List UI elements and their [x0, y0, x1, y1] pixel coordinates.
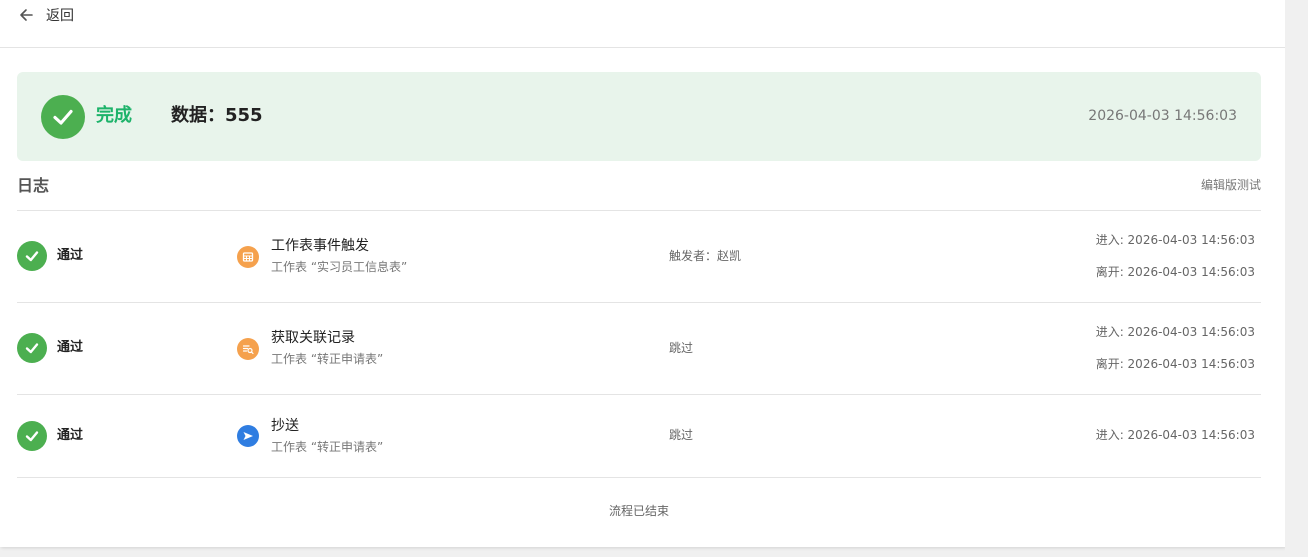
- node-subtitle: 工作表 “转正申请表”: [271, 352, 384, 366]
- banner-timestamp: 2026-04-03 14:56:03: [1088, 108, 1237, 124]
- back-button[interactable]: 返回: [18, 5, 74, 25]
- enter-time: 进入: 2026-04-03 14:56:03: [1095, 428, 1255, 442]
- send-icon: [237, 425, 259, 447]
- data-summary: 数据：555: [171, 105, 263, 126]
- page-panel: 返回 完成 数据：555 2026-04-03 14:56:03 日志 编辑版测…: [0, 0, 1285, 547]
- row-status: 通过: [57, 340, 84, 355]
- trigger-info: 触发者：赵凯: [669, 249, 742, 263]
- node-name: 获取关联记录: [271, 330, 355, 346]
- divider: [17, 477, 1261, 478]
- enter-time: 进入: 2026-04-03 14:56:03: [1095, 325, 1255, 339]
- pass-check-icon: [17, 421, 47, 451]
- row-status: 通过: [57, 248, 84, 263]
- log-title: 日志: [17, 176, 50, 195]
- version-label: 编辑版测试: [1200, 178, 1261, 192]
- status-text: 完成: [96, 105, 132, 126]
- result-banner: 完成 数据：555 2026-04-03 14:56:03: [17, 72, 1261, 161]
- node-subtitle: 工作表 “实习员工信息表”: [271, 260, 408, 274]
- table-icon: [237, 246, 259, 268]
- row-status: 通过: [57, 428, 84, 443]
- leave-time: 离开: 2026-04-03 14:56:03: [1095, 357, 1255, 371]
- log-row: 通过 获取关联记录 工作表 “转正申请表” 跳过 进入: 2026-04-03 …: [17, 303, 1261, 394]
- node-subtitle: 工作表 “转正申请表”: [271, 440, 384, 454]
- top-bar: 返回: [0, 0, 1285, 48]
- pass-check-icon: [17, 333, 47, 363]
- node-name: 抄送: [271, 418, 299, 434]
- record-search-icon: [237, 338, 259, 360]
- flow-end-text: 流程已结束: [608, 504, 669, 518]
- enter-time: 进入: 2026-04-03 14:56:03: [1095, 233, 1255, 247]
- leave-time: 离开: 2026-04-03 14:56:03: [1095, 265, 1255, 279]
- arrow-left-icon: [18, 7, 34, 23]
- success-check-icon: [41, 95, 85, 139]
- back-label: 返回: [46, 8, 74, 24]
- scrollbar-track[interactable]: [1285, 0, 1308, 557]
- skip-info: 跳过: [669, 341, 694, 355]
- pass-check-icon: [17, 241, 47, 271]
- skip-info: 跳过: [669, 428, 694, 442]
- log-row: 通过 抄送 工作表 “转正申请表” 跳过 进入: 2026-04-03 14:5…: [17, 395, 1261, 477]
- log-row: 通过 工作表事件触发 工作表 “实习员工信息表” 触发者：赵凯 进入: 2026…: [17, 211, 1261, 302]
- node-name: 工作表事件触发: [271, 238, 369, 254]
